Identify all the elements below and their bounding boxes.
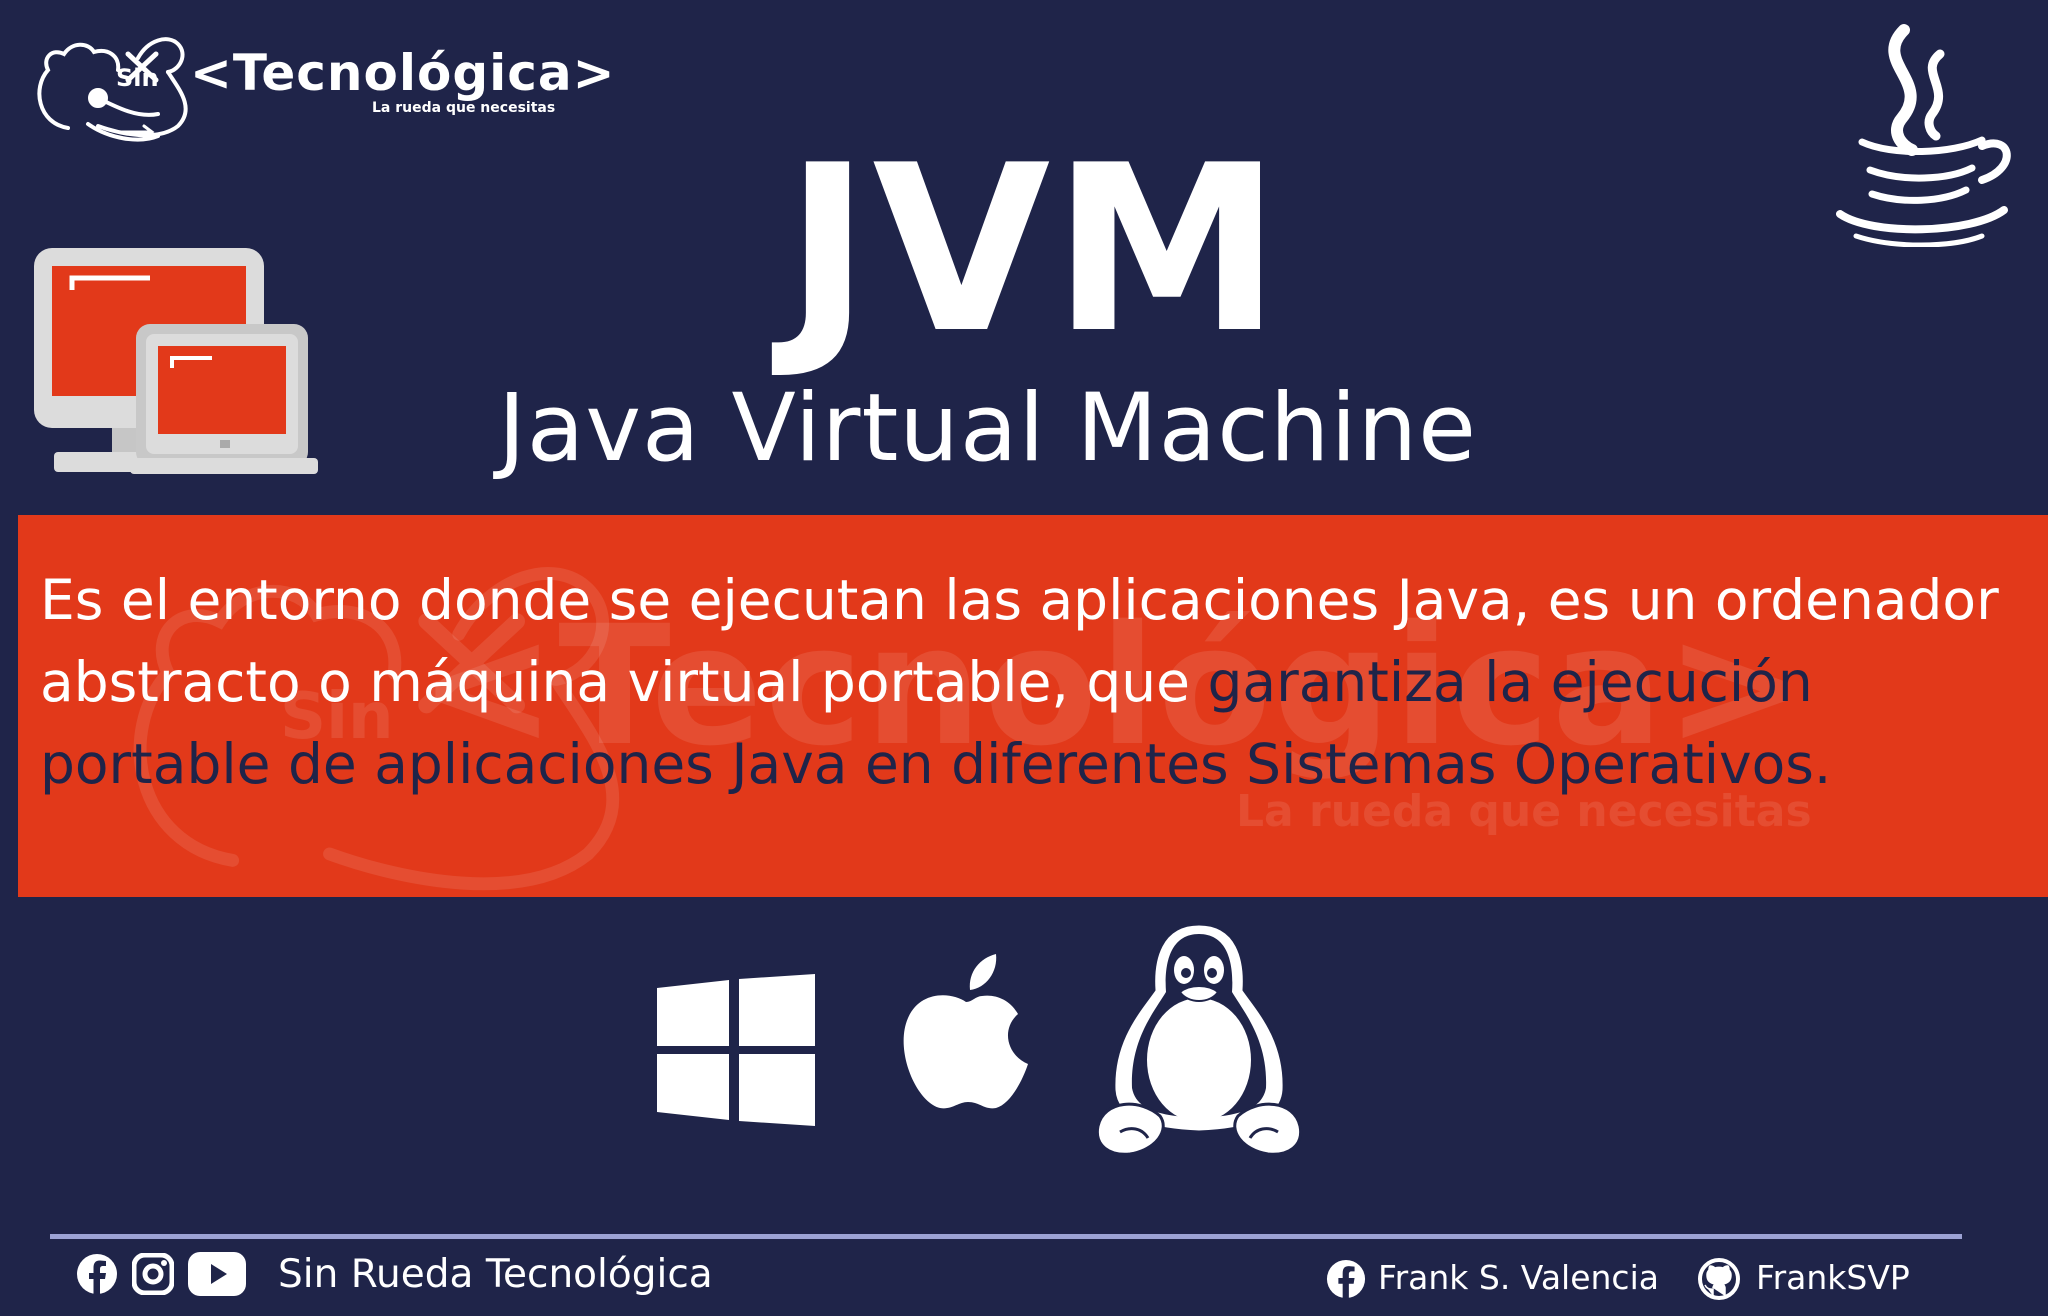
facebook-icon[interactable] — [76, 1253, 118, 1295]
windows-icon — [657, 974, 815, 1126]
mascot-logo-icon — [37, 37, 188, 142]
linux-tux-icon — [1095, 922, 1303, 1156]
footer-author-name[interactable]: Frank S. Valencia — [1378, 1258, 1659, 1297]
page-subtitle: Java Virtual Machine — [498, 374, 1477, 483]
footer-divider — [50, 1234, 1962, 1239]
description-text: Es el entorno donde se ejecutan las apli… — [40, 559, 2030, 805]
page-title: JVM — [784, 117, 1284, 384]
github-icon[interactable] — [1698, 1258, 1740, 1300]
youtube-icon[interactable] — [188, 1252, 246, 1296]
brand-name: <Tecnológica> — [190, 44, 616, 102]
footer-github-user[interactable]: FrankSVP — [1756, 1258, 1910, 1297]
footer-brand-name: Sin Rueda Tecnológica — [278, 1252, 713, 1297]
apple-icon — [903, 954, 1028, 1109]
facebook-icon[interactable] — [1326, 1259, 1366, 1299]
brand-prefix: Sin — [116, 64, 159, 92]
brand-tagline: La rueda que necesitas — [372, 100, 556, 116]
brand-logo: Sin <Tecnológica> La rueda que necesitas — [28, 18, 615, 148]
instagram-icon[interactable] — [132, 1253, 174, 1295]
description-panel: Sin <Tecnológica> La rueda que necesitas… — [18, 515, 2048, 897]
